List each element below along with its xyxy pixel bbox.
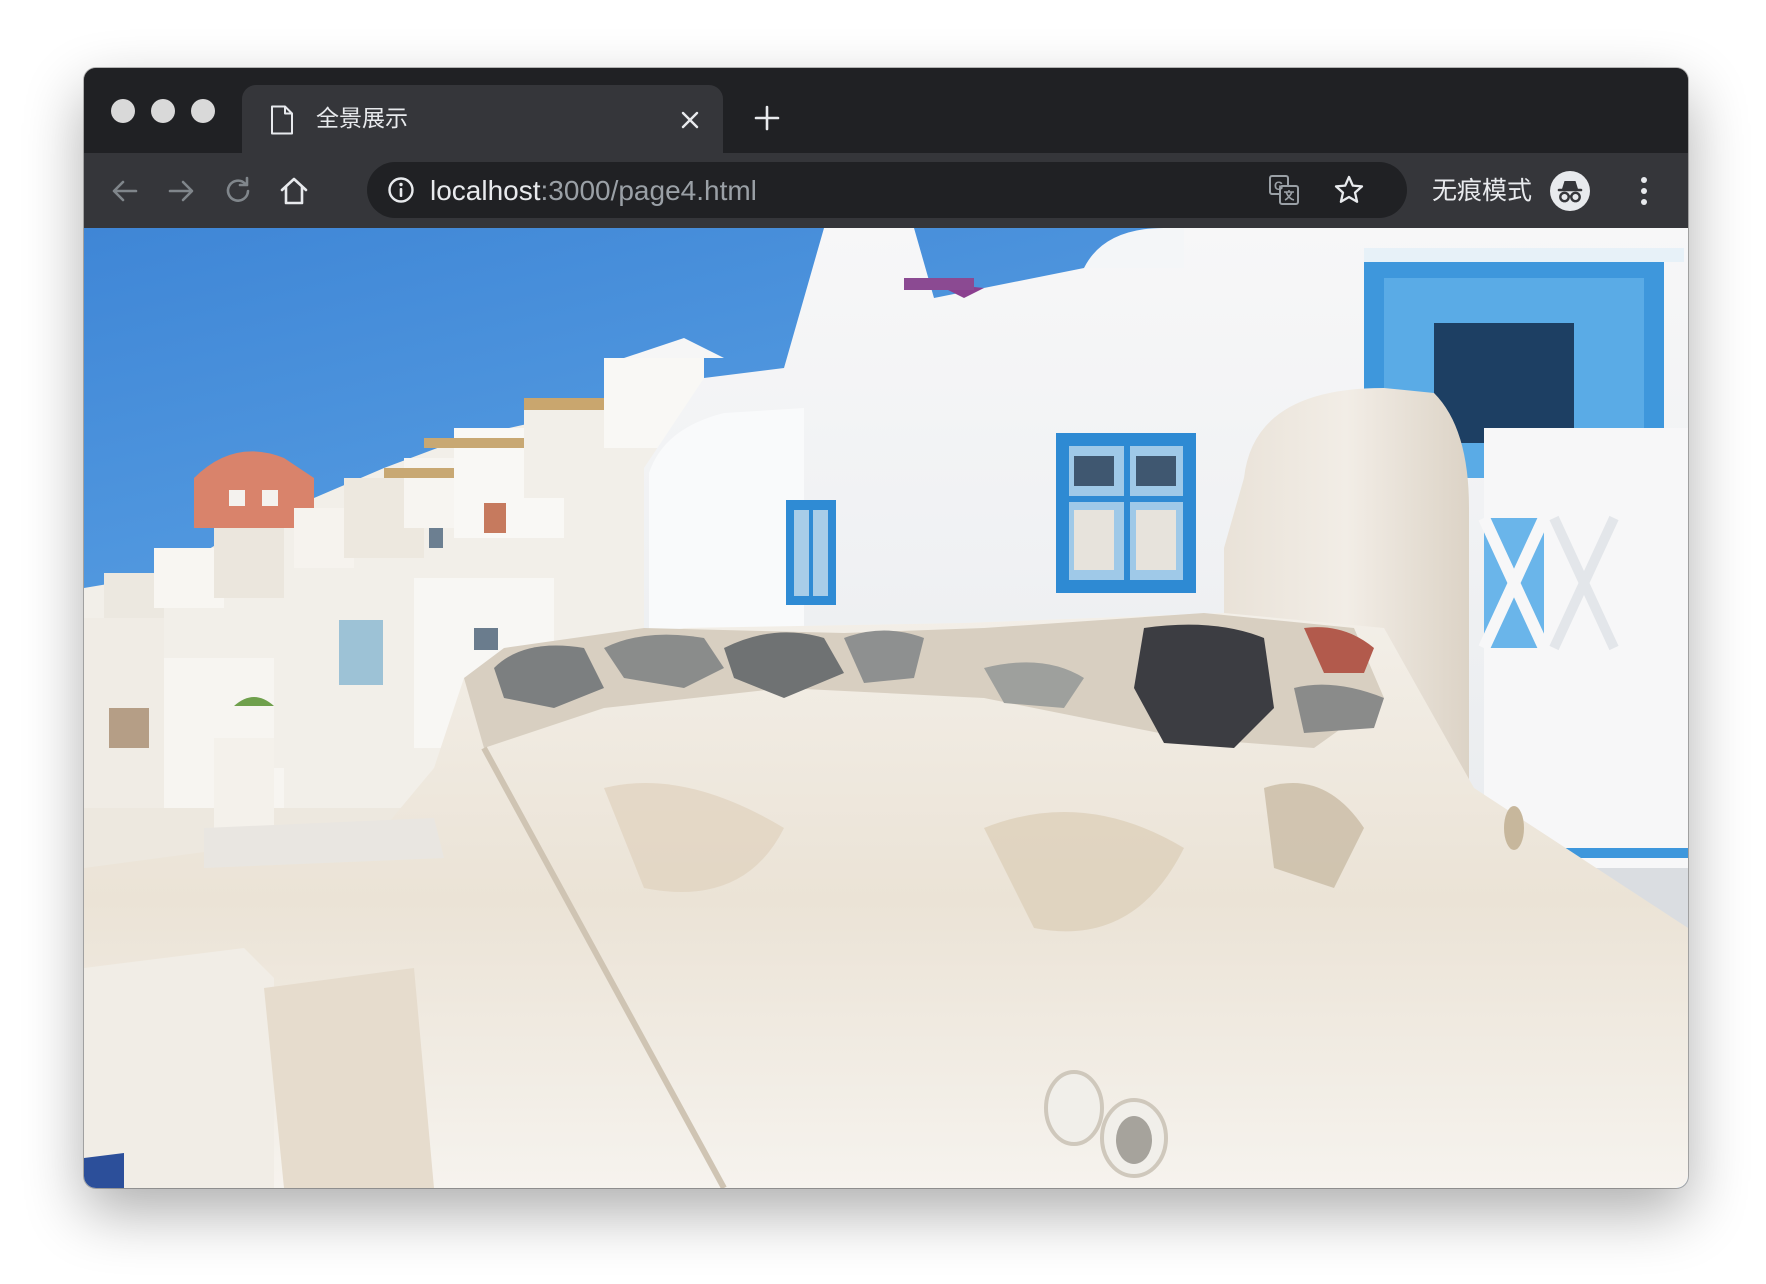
browser-window: 全景展示 localhost:3000/page4.html G 无痕模式 [84,68,1688,1188]
panorama-scene [84,228,1688,1188]
home-icon[interactable] [277,174,311,208]
panorama-viewer[interactable] [84,228,1688,1188]
close-tab-icon[interactable] [679,109,701,131]
zoom-window-button[interactable] [191,99,215,123]
tab-strip: 全景展示 [84,68,1688,153]
svg-text:G: G [1274,179,1283,193]
minimize-window-button[interactable] [151,99,175,123]
url-path: :3000/page4.html [540,175,757,206]
toolbar: localhost:3000/page4.html G 无痕模式 [84,153,1688,228]
url-host: localhost [430,175,541,206]
tab-active[interactable]: 全景展示 [242,85,723,153]
new-tab-icon[interactable] [752,103,782,133]
window-controls [111,99,215,123]
translate-icon[interactable]: G [1267,173,1301,207]
back-arrow-icon[interactable] [108,174,142,208]
incognito-icon [1557,181,1583,203]
close-window-button[interactable] [111,99,135,123]
document-icon [271,105,293,135]
bookmark-star-icon[interactable] [1333,174,1365,206]
address-bar[interactable]: localhost:3000/page4.html G [367,162,1407,218]
forward-arrow-icon[interactable] [164,174,198,208]
reload-icon[interactable] [221,174,255,208]
info-icon[interactable] [387,176,415,204]
more-menu-icon[interactable] [1638,173,1650,209]
tab-title: 全景展示 [316,106,408,132]
incognito-label: 无痕模式 [1432,176,1533,205]
profile-avatar[interactable] [1550,171,1590,211]
url-text[interactable]: localhost:3000/page4.html [430,175,757,207]
